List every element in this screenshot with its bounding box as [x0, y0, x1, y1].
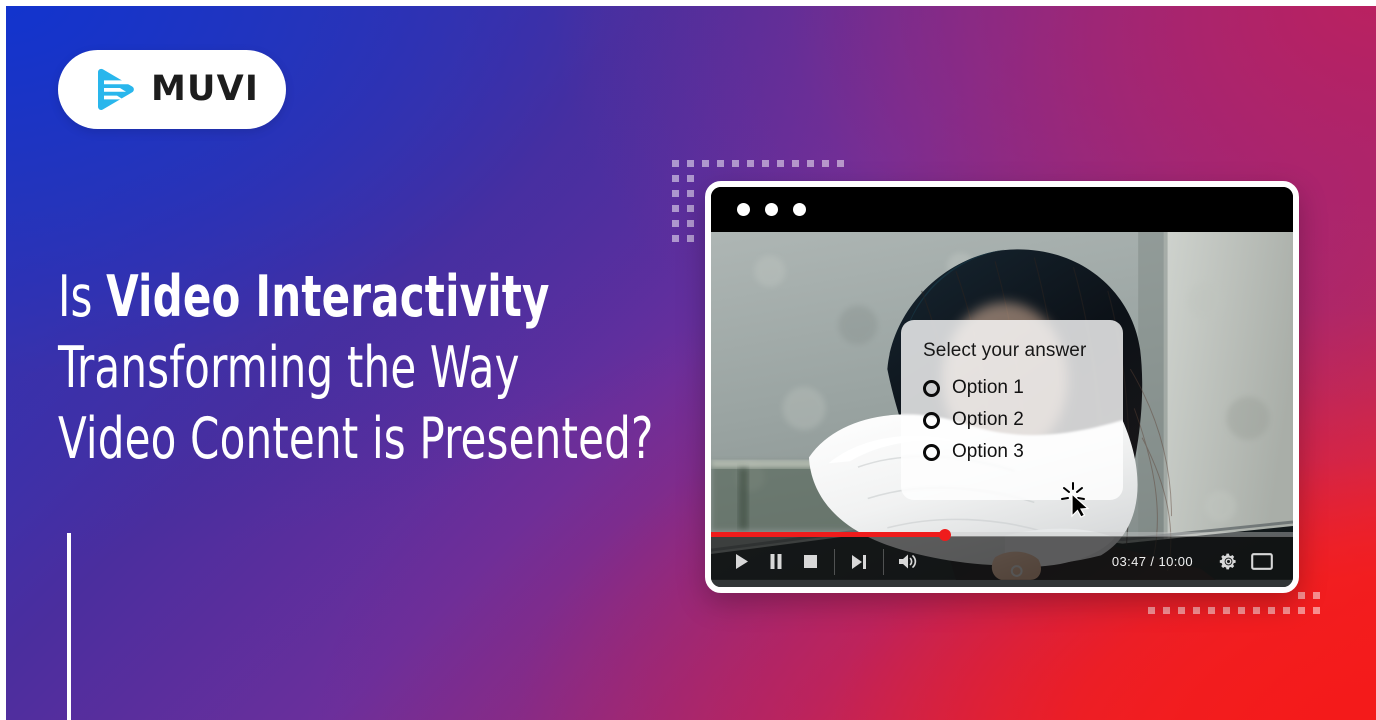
skip-next-icon — [852, 554, 866, 569]
decor-dot — [1298, 592, 1305, 599]
quiz-option-1[interactable]: Option 1 — [923, 377, 1123, 399]
decor-dot — [1223, 607, 1230, 614]
player-titlebar — [711, 187, 1293, 232]
settings-button[interactable] — [1211, 536, 1245, 587]
decor-dot — [1268, 607, 1275, 614]
page-title: Is Video Interactivity Transforming the … — [58, 262, 698, 475]
stop-button[interactable] — [793, 536, 827, 587]
volume-button[interactable] — [891, 536, 925, 587]
headline-line-1-strong: Video Interactivity — [106, 264, 550, 330]
radio-icon[interactable] — [923, 443, 940, 461]
decor-dot — [672, 190, 679, 197]
decor-dot — [687, 205, 694, 212]
progress-fill — [711, 532, 945, 537]
decor-dot — [1238, 607, 1245, 614]
progress-knob[interactable] — [938, 528, 951, 541]
dot-grid-bottom-right — [1148, 592, 1320, 622]
control-divider-1 — [834, 548, 835, 575]
decor-dot — [672, 220, 679, 227]
decor-dot — [687, 190, 694, 197]
next-button[interactable] — [842, 536, 876, 587]
decor-dot — [1193, 607, 1200, 614]
quiz-option-3-label: Option 3 — [952, 441, 1024, 462]
decor-dot — [687, 235, 694, 242]
brand-wordmark: MUVI — [151, 69, 260, 109]
radio-icon[interactable] — [923, 379, 940, 397]
decor-dot — [672, 175, 679, 182]
quiz-option-1-label: Option 1 — [952, 377, 1024, 398]
quiz-overlay[interactable]: Select your answer Option 1 Option 2 Opt… — [901, 320, 1123, 500]
titlebar-dot-3 — [793, 203, 806, 216]
fullscreen-icon — [1251, 553, 1273, 570]
decor-dot — [672, 160, 679, 167]
decor-dot — [837, 160, 844, 167]
headline-line-3: Video Content is Presented? — [58, 406, 654, 472]
quiz-option-2-label: Option 2 — [952, 409, 1024, 430]
play-button[interactable] — [725, 536, 759, 587]
decor-dot — [1208, 607, 1215, 614]
decor-dot — [1283, 607, 1290, 614]
radio-icon[interactable] — [923, 411, 940, 429]
headline-line-1-lead: Is — [58, 264, 107, 330]
pause-button[interactable] — [759, 536, 793, 587]
hero-banner: MUVI Is Video Interactivity Transforming… — [0, 0, 1376, 720]
video-player-window: Select your answer Option 1 Option 2 Opt… — [705, 181, 1299, 593]
decor-dot — [1313, 592, 1320, 599]
decor-dot — [717, 160, 724, 167]
decor-dot — [1148, 607, 1155, 614]
decor-dot — [1298, 607, 1305, 614]
titlebar-dot-1 — [737, 203, 750, 216]
decor-dot — [702, 160, 709, 167]
decor-dot — [762, 160, 769, 167]
decor-dot — [687, 220, 694, 227]
decor-dot — [792, 160, 799, 167]
time-readout: 03:47 / 10:00 — [1111, 554, 1193, 569]
accent-rule — [67, 533, 71, 720]
decor-dot — [1178, 607, 1185, 614]
quiz-option-3[interactable]: Option 3 — [923, 441, 1123, 463]
decor-dot — [1253, 607, 1260, 614]
play-icon — [736, 554, 748, 569]
decor-dot — [732, 160, 739, 167]
headline-line-1: Is Video Interactivity — [58, 262, 583, 333]
decor-dot — [822, 160, 829, 167]
video-stage[interactable]: Select your answer Option 1 Option 2 Opt… — [711, 232, 1293, 587]
decor-dot — [687, 160, 694, 167]
decor-dot — [777, 160, 784, 167]
decor-dot — [747, 160, 754, 167]
player-control-bar: 03:47 / 10:00 — [711, 528, 1293, 587]
brand-logo[interactable]: MUVI — [58, 50, 286, 129]
click-cursor-icon — [1061, 482, 1090, 518]
control-divider-2 — [883, 548, 884, 575]
decor-dot — [687, 175, 694, 182]
pause-icon — [770, 554, 782, 569]
decor-dot — [672, 235, 679, 242]
quiz-title: Select your answer — [923, 340, 1087, 361]
headline-line-2: Transforming the Way — [58, 335, 520, 401]
quiz-option-2[interactable]: Option 2 — [923, 409, 1123, 431]
fullscreen-button[interactable] — [1245, 536, 1279, 587]
decor-dot — [1163, 607, 1170, 614]
gear-icon — [1219, 553, 1236, 570]
decor-dot — [807, 160, 814, 167]
progress-bar[interactable] — [711, 528, 1293, 541]
decor-dot — [1313, 607, 1320, 614]
decor-dot — [672, 205, 679, 212]
volume-icon — [899, 554, 917, 569]
muvi-play-wave-icon — [98, 68, 134, 110]
stop-icon — [803, 555, 817, 568]
titlebar-dot-2 — [765, 203, 778, 216]
